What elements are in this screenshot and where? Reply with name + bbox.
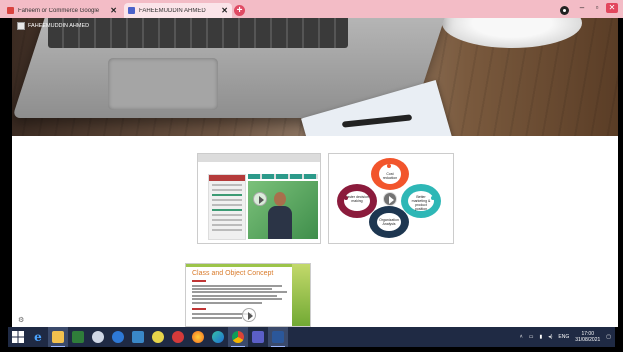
- chrome-icon[interactable]: [228, 327, 248, 347]
- avatar: [17, 22, 25, 30]
- mail-icon[interactable]: [168, 327, 188, 347]
- edge-icon[interactable]: [208, 327, 228, 347]
- teams-icon[interactable]: [248, 327, 268, 347]
- tab-close-icon[interactable]: ✕: [221, 6, 228, 15]
- chevron-up-icon[interactable]: ˄: [520, 334, 523, 340]
- vpn-icon[interactable]: [108, 327, 128, 347]
- network-icon[interactable]: ▮: [539, 334, 542, 340]
- battery-icon[interactable]: ▭: [529, 334, 534, 340]
- media-icon[interactable]: [128, 327, 148, 347]
- windows-taskbar: e ˄ ▭ ▮ ◂) ENG 17:00 31/08/2021 ▢: [8, 327, 615, 347]
- user-name: FAHEEMUDDIN AHMED: [28, 23, 90, 29]
- clock-date: 31/08/2021: [575, 337, 601, 343]
- notifications-icon[interactable]: ▢: [606, 334, 611, 340]
- keyboard-image: [48, 18, 348, 48]
- firefox-icon[interactable]: [188, 327, 208, 347]
- clock[interactable]: 17:00 31/08/2021: [575, 331, 600, 343]
- diagram-label-bottom: Organization Analysis: [379, 218, 399, 226]
- video-thumbnail-slide[interactable]: Class and Object Concept: [185, 263, 311, 327]
- tab-favicon-icon: [128, 7, 135, 14]
- play-icon[interactable]: [383, 192, 397, 206]
- language-indicator[interactable]: ENG: [558, 334, 569, 340]
- tab-faheemuddin-ahmed[interactable]: FAHEEMUDDIN AHMED ✕: [124, 3, 232, 18]
- video-thumbnail-lecture[interactable]: [197, 153, 321, 244]
- tab-close-icon[interactable]: ✕: [110, 6, 117, 15]
- file-explorer-icon[interactable]: [48, 327, 68, 347]
- app-icon[interactable]: [88, 327, 108, 347]
- play-icon[interactable]: [253, 192, 267, 206]
- system-tray: ˄ ▭ ▮ ◂) ENG 17:00 31/08/2021 ▢: [520, 327, 611, 347]
- video-sidebar: [208, 174, 246, 240]
- word-icon[interactable]: [268, 327, 288, 347]
- diagram-label-right: Better marketing & product position: [411, 195, 431, 211]
- presenter-image: [268, 192, 292, 239]
- close-window-button[interactable]: ✕: [606, 3, 618, 13]
- slide-title: Class and Object Concept: [192, 270, 274, 277]
- maximize-button[interactable]: ▫: [591, 3, 603, 12]
- tab-title: Faheem or Commerce Google: [18, 7, 100, 14]
- tab-faheem-commerce[interactable]: Faheem or Commerce Google ✕: [3, 3, 121, 18]
- page-content: FAHEEMUDDIN AHMED Cost reduction Better …: [12, 18, 618, 327]
- store-icon[interactable]: [68, 327, 88, 347]
- winamp-icon[interactable]: [148, 327, 168, 347]
- trackpad-image: [108, 58, 218, 110]
- volume-icon[interactable]: ◂): [548, 334, 552, 340]
- edge-legacy-icon[interactable]: e: [28, 327, 48, 347]
- diagram-label-top: Cost reduction: [382, 172, 398, 180]
- tab-title: FAHEEMUDDIN AHMED: [139, 7, 206, 14]
- site-user[interactable]: FAHEEMUDDIN AHMED: [17, 22, 89, 30]
- profile-icon[interactable]: [560, 6, 569, 15]
- gear-icon[interactable]: ⚙: [18, 317, 25, 324]
- video-thumbnail-diagram[interactable]: Cost reduction Better marketing & produc…: [328, 153, 454, 244]
- header-banner-image: FAHEEMUDDIN AHMED: [12, 18, 618, 136]
- tab-favicon-icon: [7, 7, 14, 14]
- windows-start-icon[interactable]: [8, 327, 28, 347]
- new-tab-button[interactable]: +: [234, 5, 245, 16]
- minimize-button[interactable]: –: [576, 3, 588, 12]
- browser-tab-strip: Faheem or Commerce Google ✕ FAHEEMUDDIN …: [0, 0, 623, 18]
- diagram-label-left: Faster decision making: [345, 195, 369, 203]
- play-icon[interactable]: [242, 308, 256, 322]
